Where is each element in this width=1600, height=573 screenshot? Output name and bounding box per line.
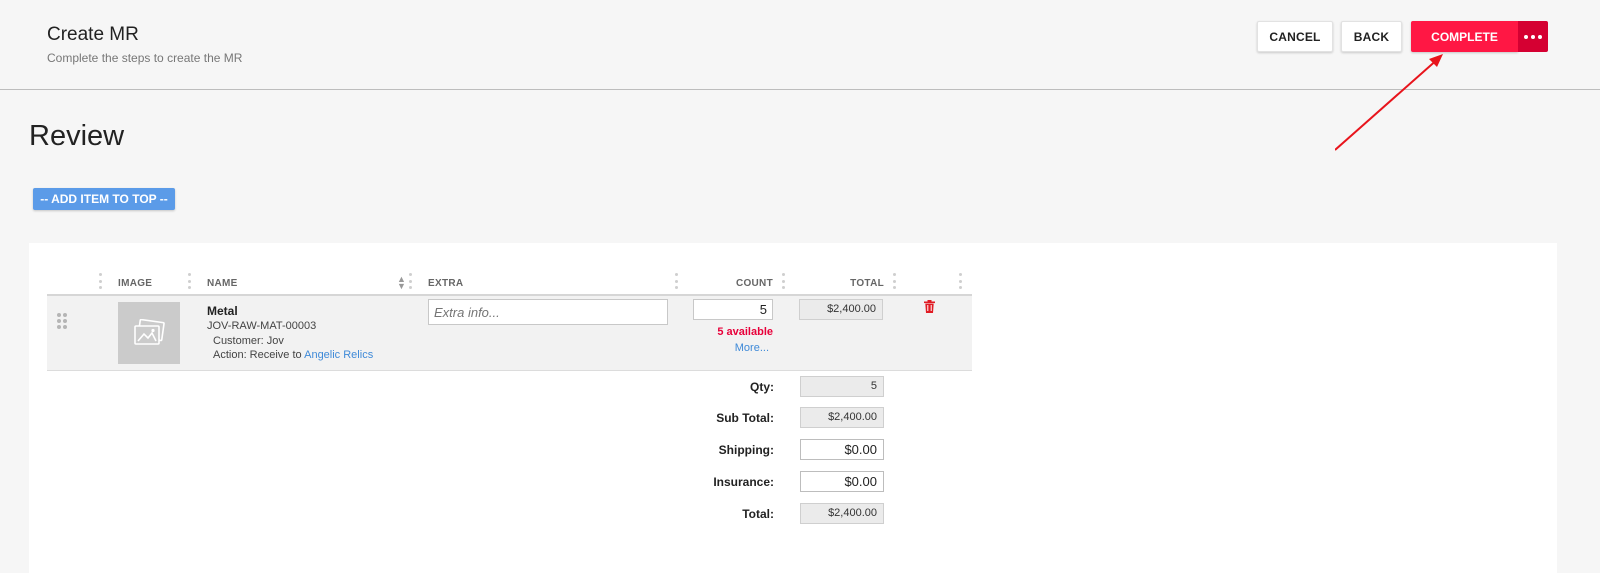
column-resize-handle[interactable] [782,273,785,289]
sort-icon[interactable]: ▲ ▼ [397,275,406,291]
drag-handle-icon[interactable] [57,313,67,329]
shipping-label: Shipping: [718,443,774,457]
column-resize-handle[interactable] [409,273,412,289]
dot-icon [1531,34,1535,39]
total-value: $2,400.00 [800,503,884,524]
column-header-name[interactable]: NAME [207,278,238,289]
dot-icon [1538,34,1542,39]
extra-info-input[interactable] [428,299,668,325]
more-link[interactable]: More... [735,342,769,354]
image-icon [134,319,165,345]
item-action-label: Action: Receive to [213,349,302,361]
shipping-input[interactable] [800,439,884,460]
annotation-arrow-icon [1335,54,1443,151]
column-resize-handle[interactable] [675,273,678,289]
page-subtitle: Complete the steps to create the MR [47,51,243,65]
column-resize-handle[interactable] [893,273,896,289]
qty-label: Qty: [750,380,774,394]
subtotal-value: $2,400.00 [800,407,884,428]
review-heading: Review [29,120,125,152]
insurance-input[interactable] [800,471,884,492]
subtotal-label: Sub Total: [716,411,774,425]
column-resize-handle[interactable] [188,273,191,289]
more-options-button[interactable] [1518,21,1548,52]
complete-button[interactable]: COMPLETE [1411,21,1518,52]
item-image-placeholder [118,302,180,364]
availability-text: 5 available [717,326,773,338]
item-customer: Customer: Jov [213,335,284,347]
action-location-link[interactable]: Angelic Relics [304,349,373,361]
column-header-image: IMAGE [118,278,153,289]
item-action: Action: Receive to Angelic Relics [213,349,373,361]
column-header-count: COUNT [735,278,773,289]
qty-value: 5 [800,376,884,397]
trash-icon[interactable] [924,300,935,313]
add-item-to-top-button[interactable]: -- ADD ITEM TO TOP -- [33,188,175,210]
insurance-label: Insurance: [713,475,774,489]
table-row: Metal JOV-RAW-MAT-00003 Customer: Jov Ac… [47,296,972,371]
item-sku: JOV-RAW-MAT-00003 [207,320,317,332]
dot-icon [1524,34,1528,39]
page-title: Create MR [47,24,139,45]
item-name: Metal [207,304,238,318]
table-header: IMAGE NAME ▲ ▼ EXTRA COUNT TOTAL [47,272,972,296]
column-resize-handle[interactable] [959,273,962,289]
column-resize-handle[interactable] [99,273,102,289]
column-header-total: TOTAL [850,278,884,289]
cancel-button[interactable]: CANCEL [1257,21,1333,52]
column-header-extra: EXTRA [428,278,464,289]
row-total: $2,400.00 [799,299,883,320]
total-label: Total: [742,507,774,521]
count-input[interactable] [693,299,773,320]
back-button[interactable]: BACK [1341,21,1402,52]
